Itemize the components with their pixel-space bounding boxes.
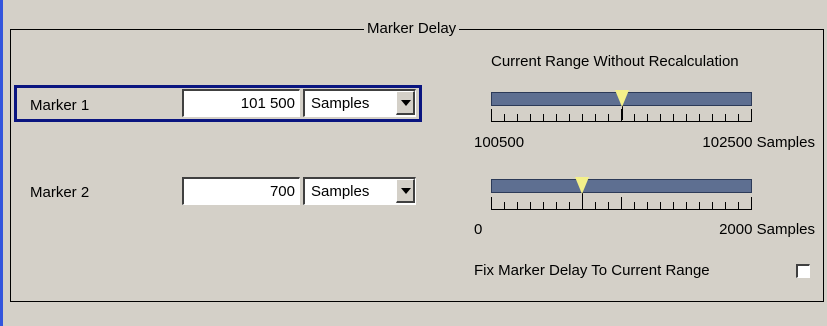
scale-tick — [569, 114, 570, 121]
marker-2-unit-text: Samples — [311, 183, 370, 200]
scale-tick — [751, 197, 752, 209]
marker-2-value-input[interactable]: 700 — [182, 177, 300, 205]
scale-tick — [491, 109, 492, 121]
scale-tick — [504, 114, 505, 121]
scale-tick — [673, 114, 674, 121]
marker-1-value-input[interactable]: 101 500 — [182, 89, 300, 117]
scale-tick — [556, 114, 557, 121]
marker-2-unit-select[interactable]: Samples — [303, 177, 416, 205]
marker-1-unit-text: Samples — [311, 95, 370, 112]
scale-tick — [530, 202, 531, 209]
scale-tick — [738, 114, 739, 121]
left-accent-bar — [0, 0, 3, 326]
range-heading: Current Range Without Recalculation — [491, 53, 739, 70]
scale-tick — [660, 202, 661, 209]
scale-tick — [543, 202, 544, 209]
scale-tick — [738, 202, 739, 209]
marker-1-range-min: 100500 — [474, 134, 525, 151]
scale-tick — [543, 114, 544, 121]
marker-2-range-bar — [491, 179, 752, 193]
scale-tick — [699, 202, 700, 209]
marker-2-range-min: 0 — [474, 221, 483, 238]
scale-tick — [517, 202, 518, 209]
scale-tick — [647, 202, 648, 209]
scale-tick — [751, 109, 752, 121]
scale-tick — [569, 202, 570, 209]
scale-tick — [517, 114, 518, 121]
chevron-down-icon[interactable] — [396, 91, 415, 115]
chevron-down-icon[interactable] — [396, 179, 415, 203]
scale-tick — [582, 114, 583, 121]
fix-delay-checkbox[interactable] — [796, 264, 810, 278]
scale-tick — [686, 202, 687, 209]
group-title: Marker Delay — [364, 19, 460, 39]
scale-tick — [647, 114, 648, 121]
marker-1-pointer-stem — [622, 106, 623, 120]
scale-tick — [660, 114, 661, 121]
marker-pointer-icon[interactable] — [615, 90, 629, 107]
scale-tick — [530, 114, 531, 121]
marker-pointer-icon[interactable] — [575, 177, 589, 194]
marker-2-pointer-stem — [582, 193, 583, 207]
scale-tick — [634, 202, 635, 209]
scale-tick — [686, 114, 687, 121]
scale-tick — [699, 114, 700, 121]
scale-tick — [634, 114, 635, 121]
scale-tick — [491, 197, 492, 209]
scale-tick — [712, 202, 713, 209]
scale-tick — [504, 202, 505, 209]
marker-2-range-max: 2000 Samples — [719, 221, 815, 238]
marker-1-range-max: 102500 Samples — [702, 134, 815, 151]
fix-delay-label: Fix Marker Delay To Current Range — [474, 262, 710, 279]
scale-tick — [608, 202, 609, 209]
scale-tick — [621, 197, 622, 209]
scale-tick — [725, 202, 726, 209]
scale-tick — [595, 202, 596, 209]
scale-tick — [712, 114, 713, 121]
scale-tick — [673, 202, 674, 209]
scale-tick — [725, 114, 726, 121]
scale-tick — [608, 114, 609, 121]
marker-2-label: Marker 2 — [30, 184, 90, 201]
marker-1-unit-select[interactable]: Samples — [303, 89, 416, 117]
marker-1-label: Marker 1 — [30, 97, 90, 114]
scale-tick — [556, 202, 557, 209]
scale-tick — [595, 114, 596, 121]
marker-2-scale — [491, 197, 752, 210]
